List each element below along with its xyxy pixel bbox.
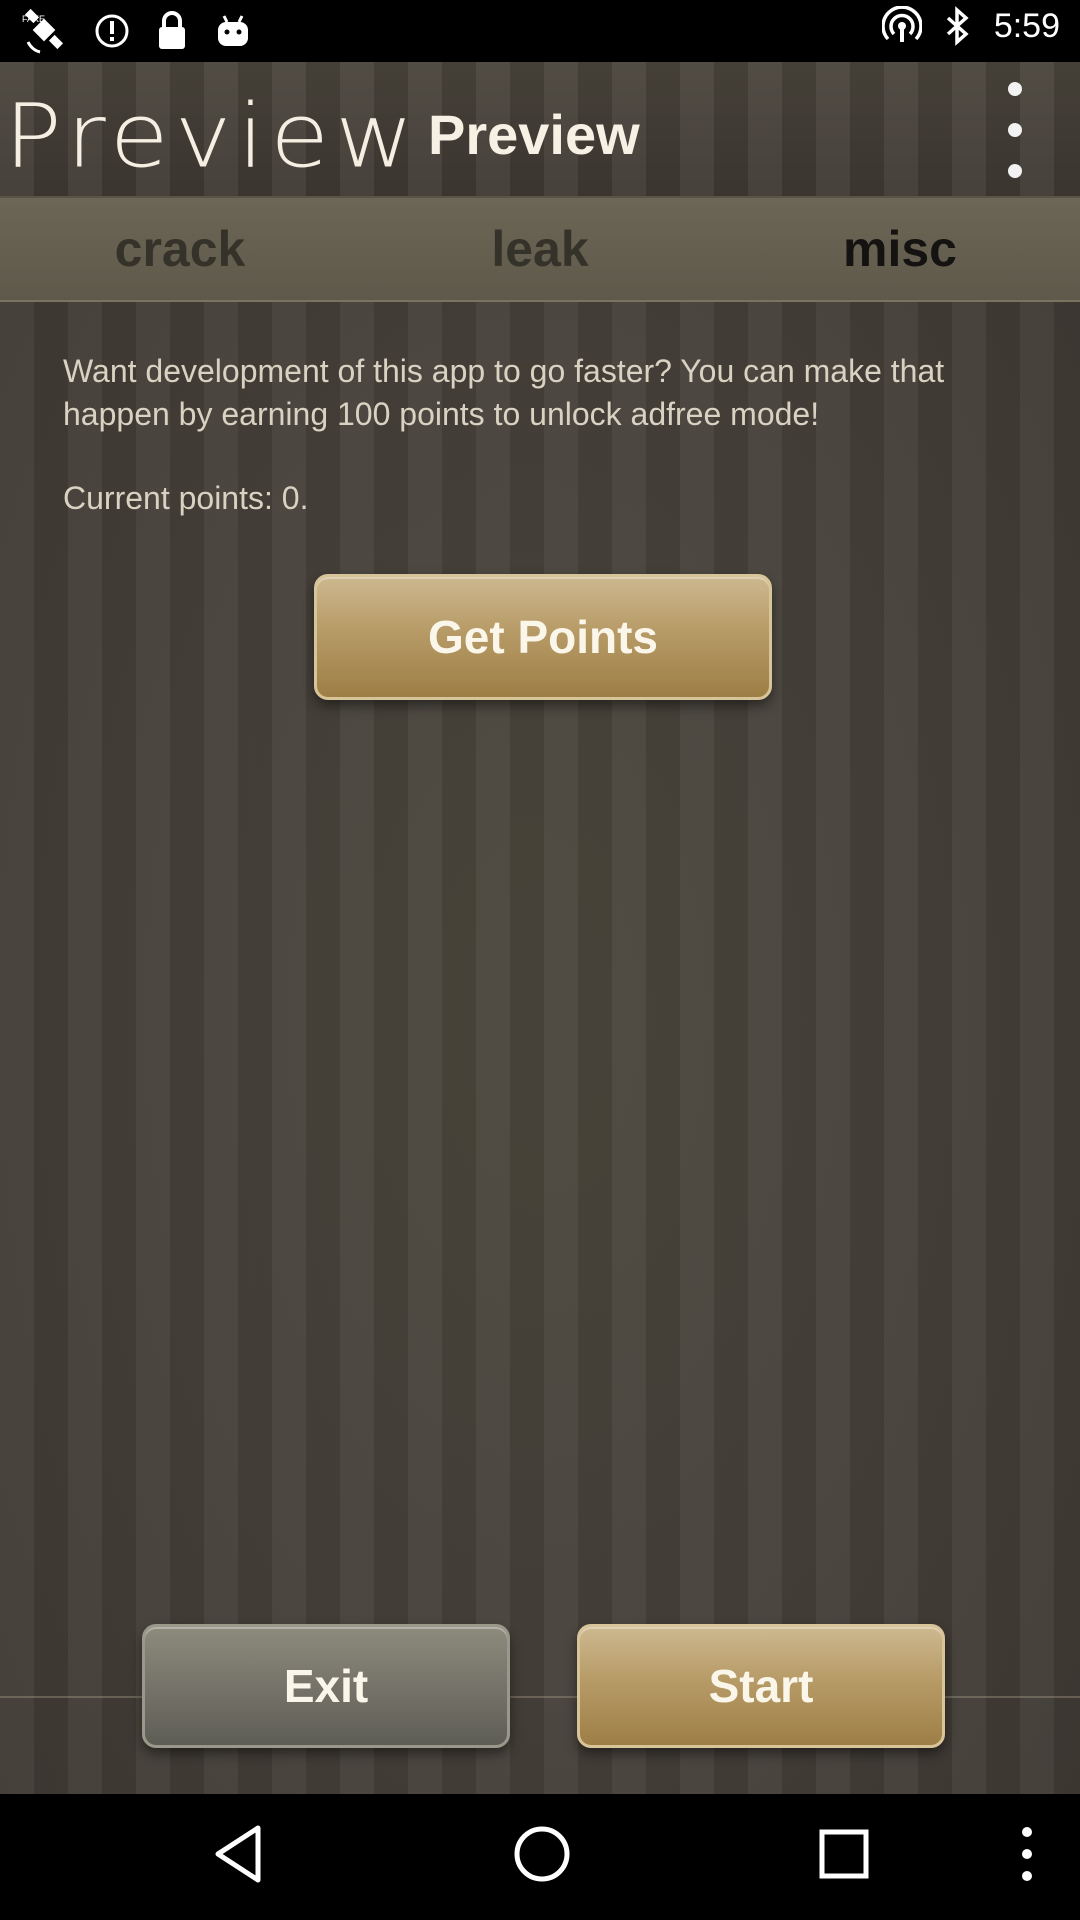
alert-circle-icon [94,13,130,49]
recents-icon[interactable] [814,1822,874,1891]
tab-bar: crack leak misc [0,198,1080,302]
start-button[interactable]: Start [577,1624,945,1748]
tab-leak[interactable]: leak [360,198,720,300]
lock-icon [156,11,188,51]
points-status: Current points: 0. [63,480,309,516]
page-title: Preview [428,103,640,166]
app-logo: Preview [4,84,420,188]
status-icons-right: 5:59 [881,6,1060,46]
get-points-button[interactable]: Get Points [314,574,772,700]
more-options-icon[interactable] [1012,1822,1042,1891]
hotspot-icon [881,6,922,46]
promo-message: Want development of this app to go faste… [63,353,945,432]
exit-button[interactable]: Exit [142,1624,510,1748]
home-icon[interactable] [510,1822,574,1891]
app-screen: Preview Preview crack leak misc Want dev… [0,62,1080,1794]
back-icon[interactable] [208,1822,268,1891]
satellite-icon: FAKE [22,8,68,54]
tab-crack[interactable]: crack [0,198,360,300]
title-bar: Preview Preview [0,62,1080,198]
svg-text:FAKE: FAKE [22,14,45,24]
status-icons-left: FAKE [22,8,252,54]
overflow-menu-icon[interactable] [1000,82,1030,178]
navigation-bar [0,1794,1080,1920]
tab-misc[interactable]: misc [720,198,1080,300]
bluetooth-icon [944,6,972,46]
clock: 5:59 [993,6,1060,45]
status-bar: FAKE 5:59 [0,0,1080,62]
android-icon [214,12,252,50]
